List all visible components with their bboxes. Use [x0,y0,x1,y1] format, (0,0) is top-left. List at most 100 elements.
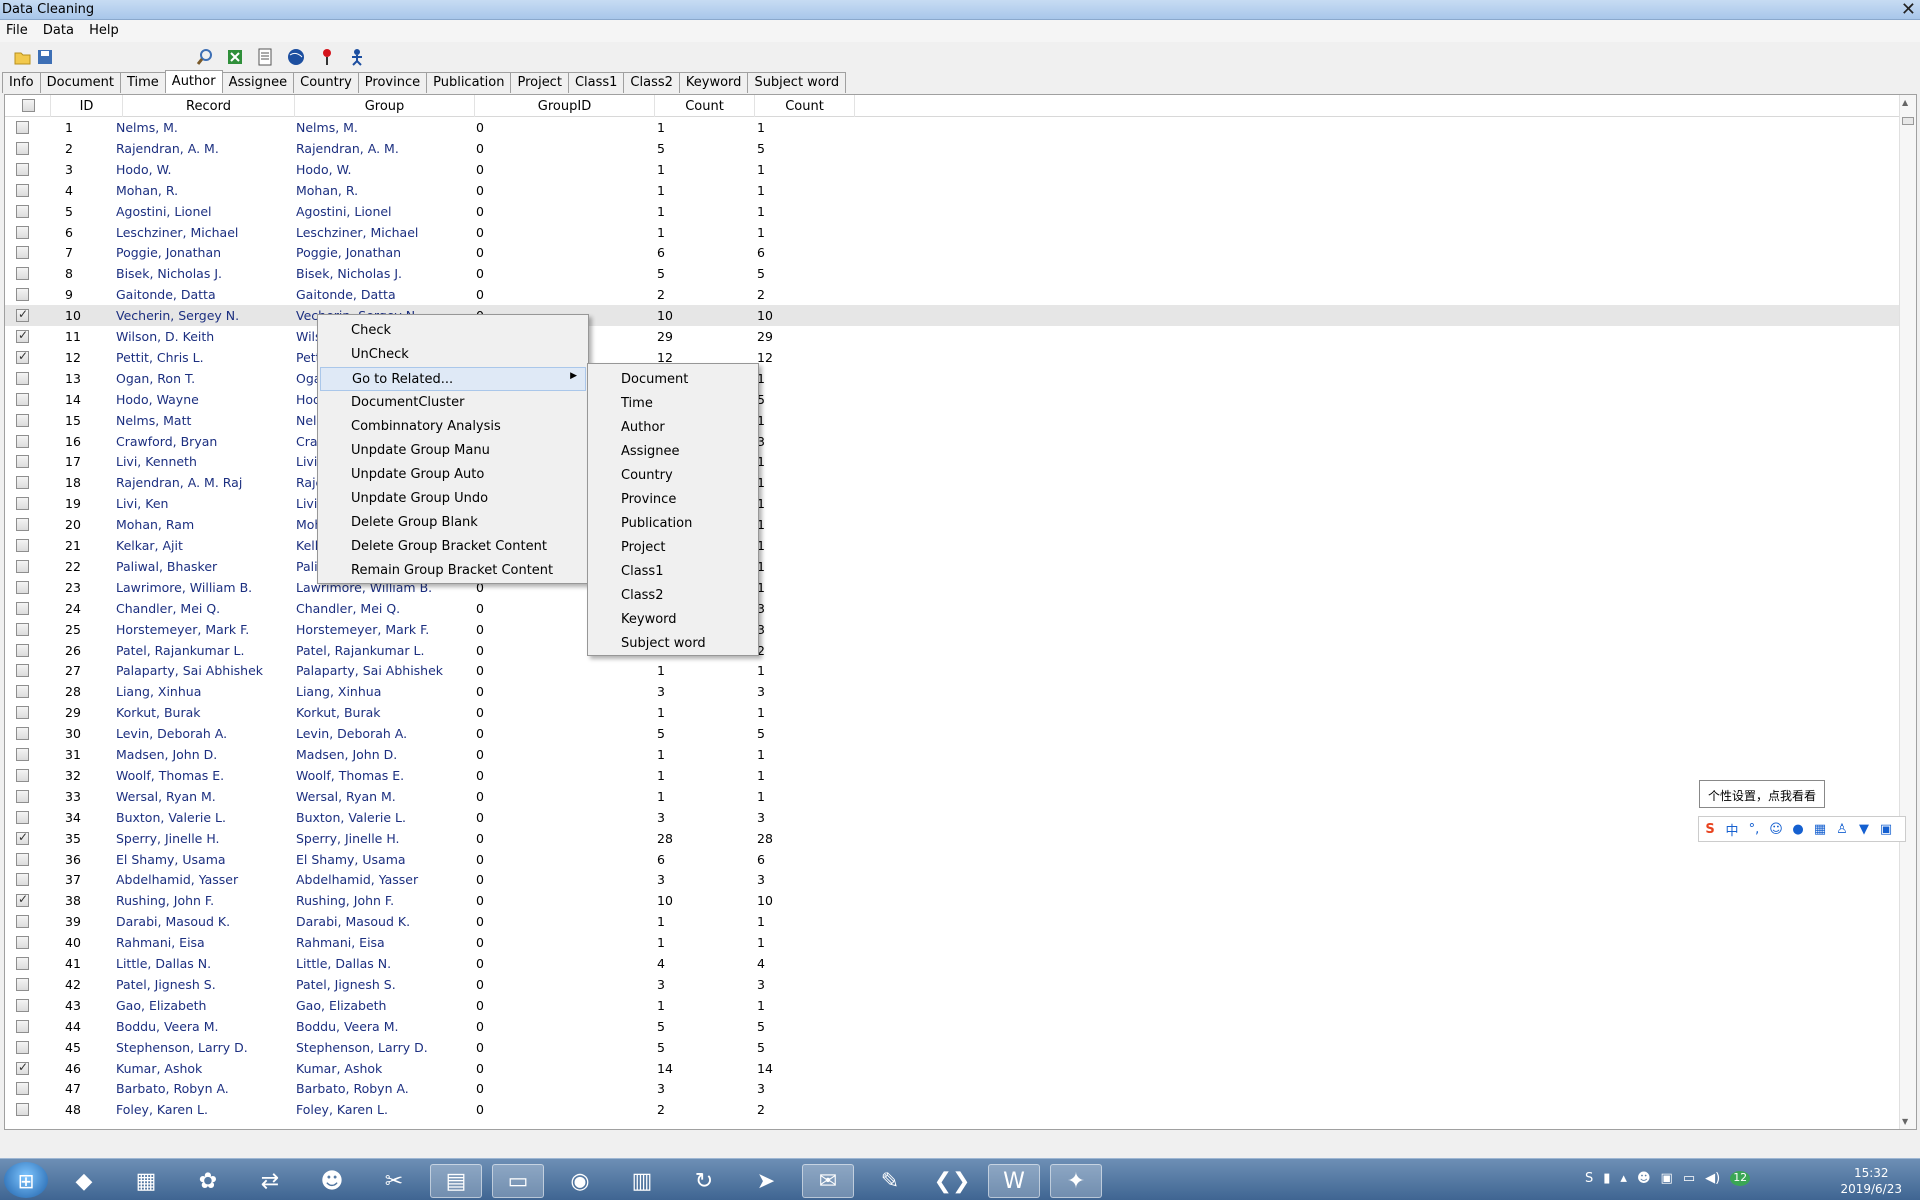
tab-keyword[interactable]: Keyword [678,72,749,93]
keyboard-icon[interactable]: ▦ [1809,822,1831,837]
header-group[interactable]: Group [295,95,475,117]
table-row[interactable]: 13Ogan, Ron T.Ogan, Ron T.011 [5,368,1901,389]
row-checkbox[interactable] [16,1060,29,1075]
header-count[interactable]: Count [655,95,755,117]
qq-tray-icon[interactable]: ☻ [1637,1171,1651,1186]
row-checkbox[interactable] [16,892,29,908]
header-count-2[interactable]: Count [755,95,855,117]
microphone-icon[interactable]: ● [1787,822,1809,837]
row-checkbox[interactable] [16,664,29,678]
table-row[interactable]: 14Hodo, WayneHodo, Wayne055 [5,389,1901,410]
table-row[interactable]: 16Crawford, BryanCrawford, Bryan033 [5,431,1901,452]
wechat-icon[interactable]: ✉ [802,1164,854,1198]
context-menu-item[interactable]: DocumentCluster [320,391,586,415]
row-checkbox[interactable] [16,307,29,323]
table-row[interactable]: 2 Rajendran, A. M. Rajendran, A. M. 0 5 5 [5,138,1901,159]
menu-help[interactable]: Help [83,20,124,38]
table-row[interactable]: 27 Palaparty, Sai Abhishek Palaparty, Sai … [5,660,1901,681]
row-checkbox[interactable] [16,392,29,406]
header-id[interactable]: ID [51,95,123,117]
network-icon[interactable]: ▣ [1661,1171,1673,1186]
table-row[interactable]: 34 Buxton, Valerie L. Buxton, Valerie L. 0 3… [5,807,1901,828]
submenu-item[interactable]: Province [590,488,756,512]
row-checkbox[interactable] [16,476,29,490]
sogou-logo-icon[interactable]: S [1699,822,1721,837]
row-checkbox[interactable] [16,1082,29,1096]
taskbar-app-icon[interactable]: ✂ [368,1164,420,1198]
table-row[interactable]: 47 Barbato, Robyn A. Barbato, Robyn A. 0 3 3 [5,1078,1901,1099]
row-checkbox[interactable] [16,685,29,699]
close-icon[interactable]: ✕ [1901,0,1916,20]
tab-info[interactable]: Info [2,72,41,93]
row-checkbox[interactable] [16,957,29,970]
row-checkbox[interactable] [16,497,29,511]
data-cleaning-app-icon[interactable]: ✦ [1050,1164,1102,1198]
table-row[interactable]: 44 Boddu, Veera M. Boddu, Veera M. 0 5 5 [5,1016,1901,1037]
table-row[interactable]: 22Paliwal, BhaskerPaliwal, Bhasker011 [5,556,1901,577]
submenu-item[interactable]: Keyword [590,608,756,632]
row-checkbox[interactable] [16,852,29,866]
user-icon[interactable]: ♙ [1831,822,1853,837]
tab-author[interactable]: Author [164,70,223,93]
context-menu-item[interactable]: Delete Group Blank [320,511,586,535]
submenu-item[interactable]: Project [590,536,756,560]
row-checkbox[interactable] [16,371,29,385]
row-checkbox[interactable] [16,434,29,448]
context-menu-item[interactable]: Unpdate Group Auto [320,463,586,487]
row-checkbox[interactable] [16,328,29,343]
table-row[interactable]: 26 Patel, Rajankumar L. Patel, Rajankumar … [5,640,1901,661]
row-checkbox[interactable] [16,413,29,427]
taskbar-app-icon[interactable]: ▥ [616,1164,668,1198]
table-row[interactable]: 29 Korkut, Burak Korkut, Burak 0 1 1 [5,702,1901,723]
table-row[interactable]: 31 Madsen, John D. Madsen, John D. 0 1 1 [5,744,1901,765]
row-checkbox[interactable] [16,936,29,950]
table-row[interactable]: 25 Horstemeyer, Mark F. Horstemeyer, Mark … [5,619,1901,640]
table-row[interactable]: 18Rajendran, A. M. RajRajendran, A. M. R… [5,472,1901,493]
battery-icon[interactable]: ▮ [1603,1171,1610,1186]
table-row[interactable]: 48 Foley, Karen L. Foley, Karen L. 0 2 2 [5,1099,1901,1120]
tab-class1[interactable]: Class1 [567,72,625,93]
row-checkbox[interactable] [16,204,29,218]
submenu-item[interactable]: Author [590,416,756,440]
tab-publication[interactable]: Publication [426,72,512,93]
row-checkbox[interactable] [16,1040,29,1054]
table-row[interactable]: 40 Rahmani, Eisa Rahmani, Eisa 0 1 1 [5,932,1901,953]
skin-icon[interactable]: ▼ [1853,822,1875,837]
table-row[interactable]: 5 Agostini, Lionel Agostini, Lionel 0 1 1 [5,201,1901,222]
table-row[interactable]: 37 Abdelhamid, Yasser Abdelhamid, Yasser 0 3… [5,869,1901,890]
search-icon[interactable] [196,48,214,66]
row-checkbox[interactable] [16,141,29,155]
row-checkbox[interactable] [16,183,29,197]
taskbar-app-icon[interactable]: ▤ [430,1164,482,1198]
row-checkbox[interactable] [16,706,29,720]
scroll-down-icon[interactable]: ▼ [1902,1117,1908,1126]
taskbar-app-icon[interactable]: ↻ [678,1164,730,1198]
file-explorer-icon[interactable]: ▭ [492,1164,544,1198]
table-row[interactable]: 28 Liang, Xinhua Liang, Xinhua 0 3 3 [5,681,1901,702]
word-icon[interactable]: W [988,1164,1040,1198]
table-row[interactable]: 43 Gao, Elizabeth Gao, Elizabeth 0 1 1 [5,995,1901,1016]
pin-icon[interactable] [318,48,336,66]
table-row[interactable]: 32 Woolf, Thomas E. Woolf, Thomas E. 0 1 1 [5,765,1901,786]
table-row[interactable]: 1 Nelms, M. Nelms, M. 0 1 1 [5,117,1901,138]
taskbar-app-icon[interactable]: ✎ [864,1164,916,1198]
display-icon[interactable]: ▭ [1683,1171,1695,1186]
tab-time[interactable]: Time [119,72,166,93]
row-checkbox[interactable] [16,873,29,887]
row-checkbox[interactable] [16,349,29,364]
context-menu-item[interactable]: Unpdate Group Undo [320,487,586,511]
submenu-item[interactable]: Class2 [590,584,756,608]
table-row[interactable]: 33 Wersal, Ryan M. Wersal, Ryan M. 0 1 1 [5,786,1901,807]
submenu-item[interactable]: Subject word [590,632,756,656]
row-checkbox[interactable] [16,789,29,803]
row-checkbox[interactable] [16,727,29,741]
context-menu-item[interactable]: Delete Group Bracket Content [320,535,586,559]
show-hidden-icons[interactable]: ▴ [1620,1171,1627,1186]
table-row[interactable]: 45 Stephenson, Larry D. Stephenson, Larry … [5,1037,1901,1058]
header-select-all[interactable] [5,95,51,117]
table-row[interactable]: 24Chandler, Mei Q.Chandler, Mei Q.033 [5,598,1901,619]
table-row[interactable]: 15Nelms, MattNelms, Matt011 [5,410,1901,431]
chrome-icon[interactable]: ◉ [554,1164,606,1198]
tab-project[interactable]: Project [510,72,569,93]
submenu-item[interactable]: Document [590,368,756,392]
